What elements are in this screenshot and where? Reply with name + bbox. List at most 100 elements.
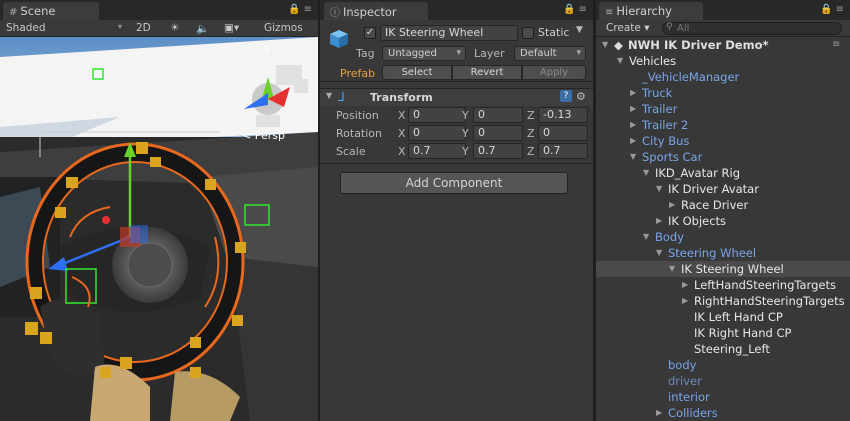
position-x-field[interactable]: 0	[408, 107, 466, 123]
hierarchy-item-label: interior	[668, 390, 710, 404]
hierarchy-item[interactable]: ▶ RightHandSteeringTargets	[596, 293, 850, 309]
help-icon[interactable]: ?	[560, 90, 572, 102]
gizmo-y-label: y	[264, 43, 270, 54]
hierarchy-item-label: Steering_Left	[694, 342, 770, 356]
grid-icon: #	[9, 7, 18, 18]
prefab-revert-button[interactable]: Revert	[452, 65, 522, 80]
position-y-field[interactable]: 0	[473, 107, 523, 123]
static-checkbox[interactable]	[522, 27, 534, 39]
hierarchy-item[interactable]: Steering_Left	[596, 341, 850, 357]
chevron-right-icon[interactable]: ▶	[656, 405, 662, 421]
tab-scene[interactable]: # Scene	[3, 2, 99, 20]
hierarchy-item[interactable]: IK Right Hand CP	[596, 325, 850, 341]
hierarchy-item[interactable]: ▼ IK Driver Avatar	[596, 181, 850, 197]
audio-toggle-icon[interactable]: 🔈	[196, 22, 209, 35]
panel-menu-icon[interactable]: 🔒 ≡	[563, 4, 587, 15]
unity-logo-icon: ◆	[614, 38, 623, 52]
hierarchy-item-label: IKD_Avatar Rig	[655, 166, 741, 180]
chevron-down-icon[interactable]: ▼	[643, 165, 649, 181]
chevron-right-icon[interactable]: ▶	[656, 213, 662, 229]
prefab-apply-button[interactable]: Apply	[522, 65, 586, 80]
chevron-down-icon[interactable]: ▼	[643, 229, 649, 245]
tag-label: Tag	[356, 47, 375, 60]
scale-z-axis: Z	[527, 145, 535, 158]
chevron-right-icon[interactable]: ▶	[630, 117, 636, 133]
tab-inspector[interactable]: ⓘ Inspector	[324, 2, 428, 20]
active-checkbox[interactable]: ✓	[364, 27, 376, 39]
position-x-axis: X	[398, 109, 406, 122]
hierarchy-item[interactable]: ▶ Truck	[596, 85, 850, 101]
chevron-right-icon[interactable]: ▶	[669, 197, 675, 213]
scale-x-field[interactable]: 0.7	[408, 143, 466, 159]
hierarchy-item[interactable]: ▼ IKD_Avatar Rig	[596, 165, 850, 181]
hierarchy-item[interactable]: ▶ LeftHandSteeringTargets	[596, 277, 850, 293]
chevron-right-icon[interactable]: ▶	[630, 101, 636, 117]
tag-dropdown[interactable]: Untagged	[382, 46, 466, 61]
chevron-down-icon[interactable]: ▼	[617, 53, 623, 69]
hierarchy-item[interactable]: ▼ Steering Wheel	[596, 245, 850, 261]
chevron-right-icon[interactable]: ▶	[682, 293, 688, 309]
hierarchy-item[interactable]: _VehicleManager	[596, 69, 850, 85]
hierarchy-root-row[interactable]: ▼ ◆ NWH IK Driver Demo* ≡	[596, 37, 850, 53]
object-name-field[interactable]: IK Steering Wheel	[380, 25, 518, 41]
hierarchy-item-label: Vehicles	[629, 54, 677, 68]
hierarchy-item[interactable]: ▶ Trailer	[596, 101, 850, 117]
chevron-down-icon[interactable]: ▼	[602, 37, 608, 53]
lighting-toggle-icon[interactable]: ☀	[170, 22, 179, 34]
hierarchy-item[interactable]: driver	[596, 373, 850, 389]
layer-dropdown[interactable]: Default	[514, 46, 586, 61]
chevron-down-icon[interactable]: ▼	[656, 245, 662, 261]
hierarchy-item[interactable]: IK Left Hand CP	[596, 309, 850, 325]
hierarchy-item-label: City Bus	[642, 134, 690, 148]
hierarchy-item[interactable]: ▶ IK Objects	[596, 213, 850, 229]
chevron-down-icon[interactable]: ▼	[669, 261, 675, 277]
shading-mode-dropdown[interactable]: Shaded	[6, 22, 46, 34]
hierarchy-tabbar: ≡ Hierarchy 🔒 ≡	[596, 0, 850, 20]
hierarchy-item[interactable]: ▶ City Bus	[596, 133, 850, 149]
hierarchy-item[interactable]: ▼ Vehicles	[596, 53, 850, 69]
transform-header[interactable]: ▼ ⅃ Transform ? ⚙	[320, 88, 593, 106]
chevron-down-icon[interactable]: ▼	[326, 91, 332, 100]
hierarchy-item[interactable]: body	[596, 357, 850, 373]
add-component-button[interactable]: Add Component	[340, 172, 568, 194]
position-z-field[interactable]: -0.13	[538, 107, 588, 123]
hierarchy-item[interactable]: ▼ IK Steering Wheel	[596, 261, 850, 277]
search-input[interactable]: All	[662, 22, 842, 35]
hierarchy-item[interactable]: ▶ Trailer 2	[596, 117, 850, 133]
chevron-right-icon[interactable]: ▶	[630, 133, 636, 149]
tab-hierarchy[interactable]: ≡ Hierarchy	[599, 2, 703, 20]
rotation-y-field[interactable]: 0	[473, 125, 523, 141]
rotation-z-field[interactable]: 0	[538, 125, 588, 141]
create-dropdown[interactable]: Create ▾	[606, 22, 650, 34]
gear-icon[interactable]: ⚙	[576, 90, 586, 103]
rotation-y-axis: Y	[462, 127, 469, 140]
panel-menu-icon[interactable]: 🔒 ≡	[288, 4, 312, 15]
rotation-x-field[interactable]: 0	[408, 125, 466, 141]
hierarchy-item-label: IK Steering Wheel	[681, 262, 784, 276]
prefab-select-button[interactable]: Select	[382, 65, 452, 80]
scale-z-field[interactable]: 0.7	[538, 143, 588, 159]
mode-2d-toggle[interactable]: 2D	[136, 22, 151, 34]
chevron-right-icon[interactable]: ▶	[682, 277, 688, 293]
effects-dropdown-icon[interactable]: ▣▾	[224, 22, 239, 34]
hierarchy-item[interactable]: ▶ Race Driver	[596, 197, 850, 213]
scale-label: Scale	[336, 145, 366, 158]
hierarchy-item[interactable]: ▼ Body	[596, 229, 850, 245]
hierarchy-item[interactable]: ▼ Sports Car	[596, 149, 850, 165]
scene-tabbar: # Scene 🔒 ≡	[0, 0, 318, 20]
persp-label[interactable]: < Persp	[242, 129, 285, 142]
chevron-right-icon[interactable]: ▶	[630, 85, 636, 101]
static-dropdown-chevron-icon[interactable]: ▼	[576, 25, 583, 35]
scale-y-field[interactable]: 0.7	[473, 143, 523, 159]
chevron-down-icon[interactable]: ▼	[656, 181, 662, 197]
chevron-down-icon[interactable]: ▼	[630, 149, 636, 165]
panel-menu-icon[interactable]: 🔒 ≡	[820, 4, 844, 15]
hierarchy-item[interactable]: ▶ Colliders	[596, 405, 850, 421]
hierarchy-item-label: IK Left Hand CP	[694, 310, 783, 324]
hierarchy-item[interactable]: interior	[596, 389, 850, 405]
hierarchy-item-label: Body	[655, 230, 685, 244]
scene-viewport[interactable]: y < Persp	[0, 37, 318, 421]
scale-x-axis: X	[398, 145, 406, 158]
scene-menu-icon[interactable]: ≡	[832, 37, 840, 53]
gizmos-dropdown[interactable]: Gizmos	[264, 22, 303, 34]
